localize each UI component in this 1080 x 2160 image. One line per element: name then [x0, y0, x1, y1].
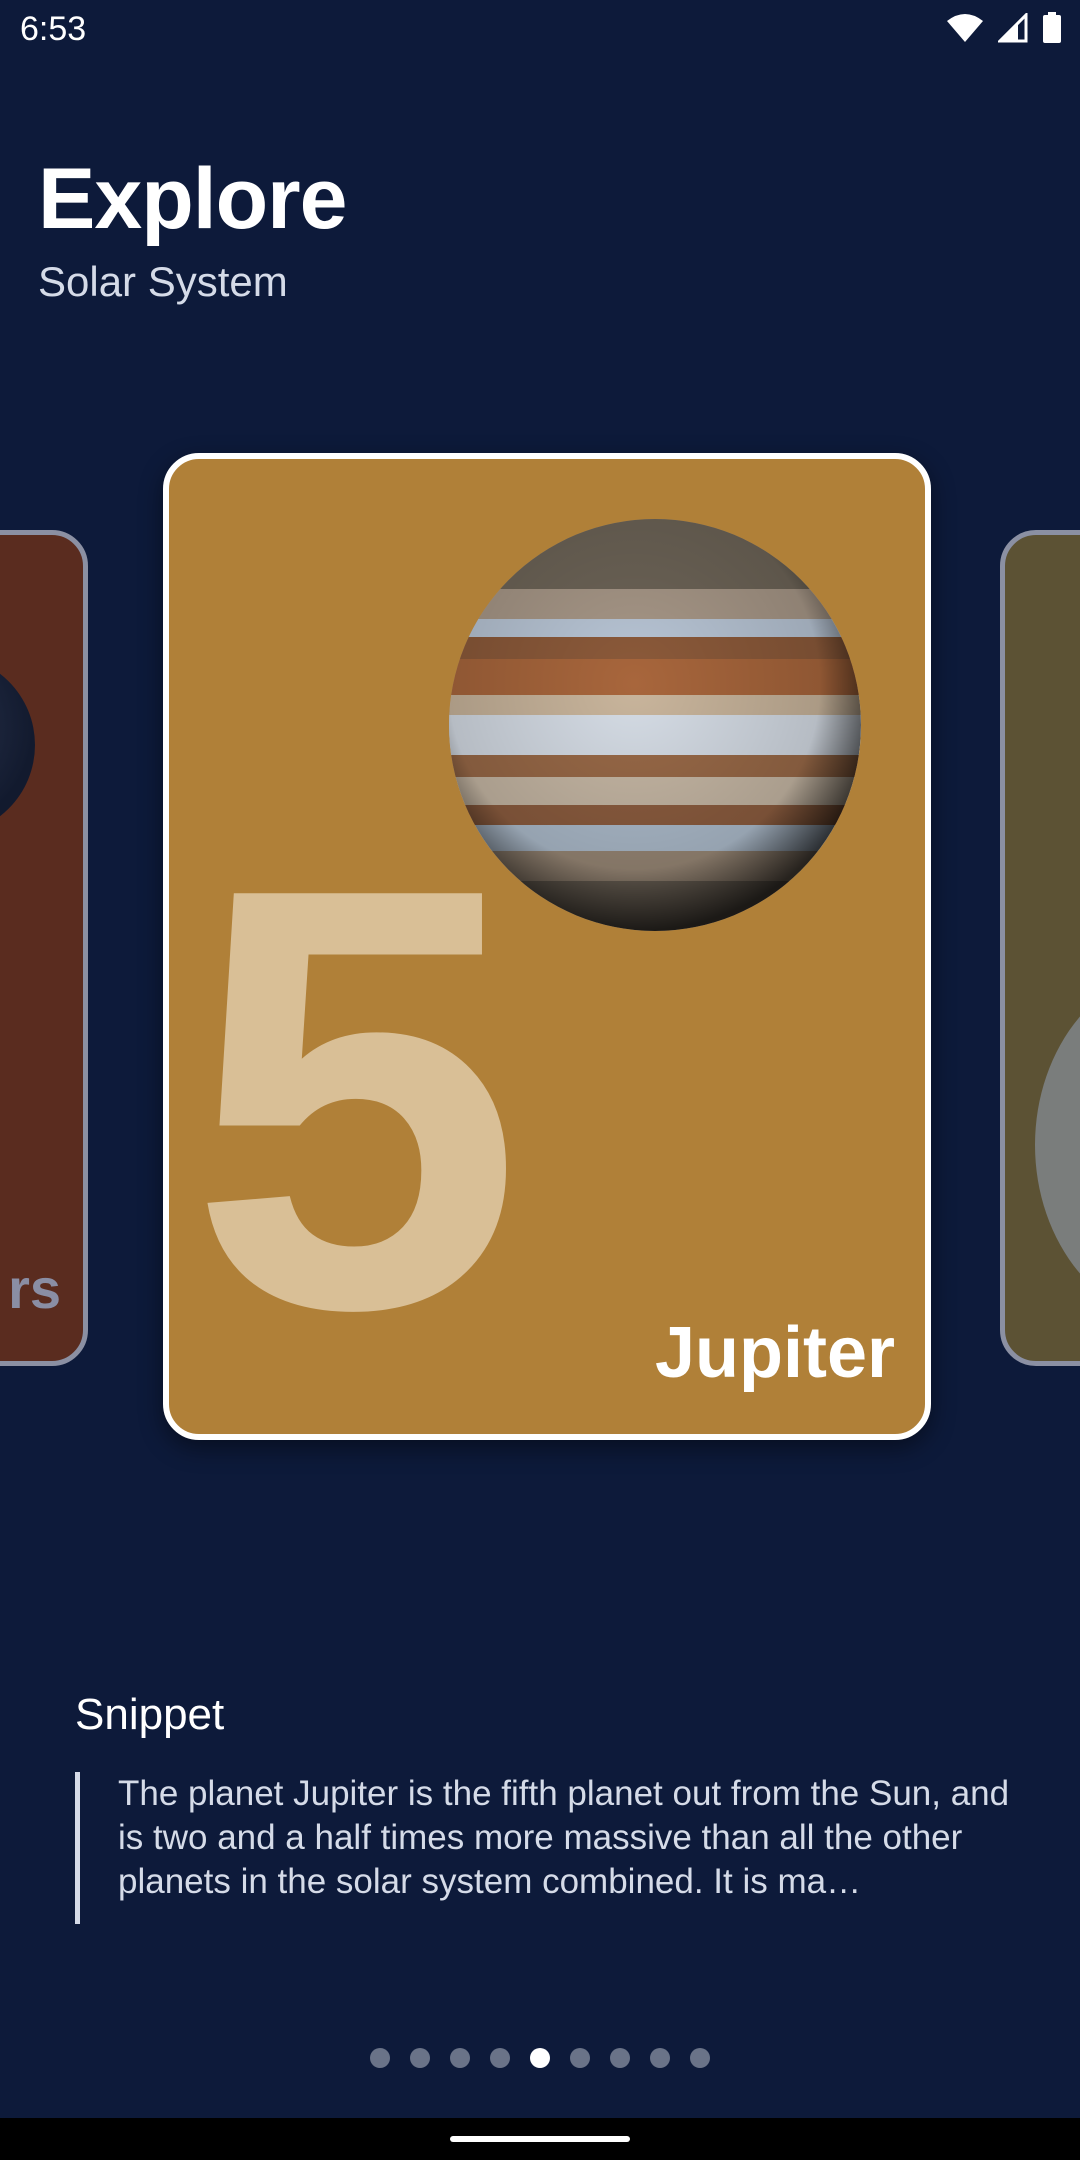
battery-icon [1042, 12, 1062, 44]
page-dot[interactable] [450, 2048, 470, 2068]
page-indicator [0, 2048, 1080, 2068]
planet-card-next[interactable] [1000, 530, 1080, 1366]
planet-image [1035, 965, 1080, 1325]
page-subtitle: Solar System [38, 258, 288, 305]
page-dot[interactable] [530, 2048, 550, 2068]
page-dot[interactable] [370, 2048, 390, 2068]
planet-name: rs [8, 1257, 61, 1320]
planet-card-previous[interactable]: rs [0, 530, 88, 1366]
navigation-bar [0, 2118, 1080, 2160]
page-title: Explore [38, 151, 347, 247]
wifi-icon [946, 13, 984, 43]
page-dot[interactable] [410, 2048, 430, 2068]
status-bar: 6:53 [0, 0, 1080, 62]
snippet-quote: The planet Jupiter is the fifth planet o… [75, 1772, 1015, 1924]
planet-carousel[interactable]: rs 5 Jupiter [0, 440, 1080, 1460]
page-dot[interactable] [610, 2048, 630, 2068]
page-dot[interactable] [570, 2048, 590, 2068]
snippet-heading: Snippet [75, 1690, 225, 1739]
screen: 6:53 Explore Solar System rs 5 Jupiter S… [0, 0, 1080, 2160]
page-dot[interactable] [690, 2048, 710, 2068]
snippet-text: The planet Jupiter is the fifth planet o… [118, 1774, 1010, 1901]
planet-image [0, 655, 35, 835]
status-icons [946, 12, 1062, 44]
planet-card-current[interactable]: 5 Jupiter [163, 453, 931, 1440]
planet-name: Jupiter [654, 1313, 895, 1393]
page-dot[interactable] [490, 2048, 510, 2068]
page-dot[interactable] [650, 2048, 670, 2068]
home-handle[interactable] [450, 2136, 630, 2142]
jupiter-image [449, 519, 861, 931]
status-time: 6:53 [20, 10, 87, 48]
signal-icon [998, 13, 1028, 43]
